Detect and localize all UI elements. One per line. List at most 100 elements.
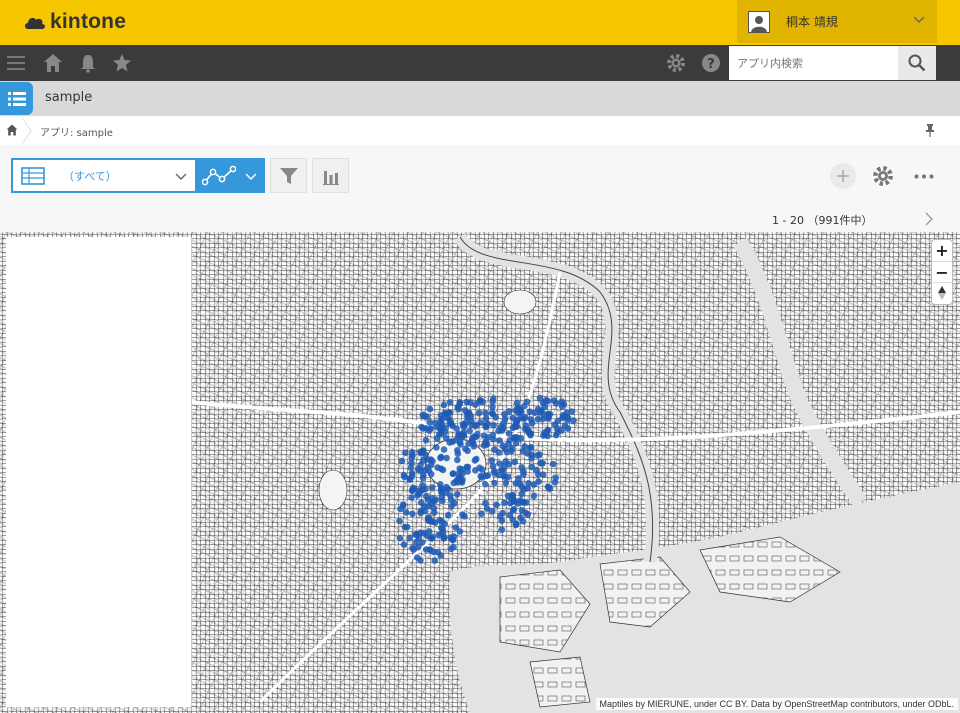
record-marker[interactable] (445, 415, 453, 423)
bell-icon[interactable] (78, 53, 98, 73)
record-marker[interactable] (399, 502, 407, 510)
pin-icon[interactable] (925, 123, 935, 137)
record-marker[interactable] (526, 408, 534, 415)
record-marker[interactable] (528, 451, 535, 458)
record-marker[interactable] (426, 405, 434, 413)
record-marker[interactable] (414, 554, 421, 561)
record-marker[interactable] (517, 497, 524, 504)
record-marker[interactable] (519, 447, 527, 455)
record-marker[interactable] (500, 424, 507, 432)
record-marker[interactable] (472, 401, 479, 408)
record-marker[interactable] (549, 460, 557, 468)
record-marker[interactable] (489, 398, 496, 405)
record-marker[interactable] (412, 531, 419, 538)
record-marker[interactable] (476, 396, 484, 404)
record-marker[interactable] (403, 509, 410, 516)
home-icon[interactable] (6, 124, 18, 136)
record-marker[interactable] (482, 438, 490, 445)
kintone-logo[interactable]: kintone (24, 10, 126, 34)
app-settings-gear-icon[interactable] (872, 165, 894, 187)
record-marker[interactable] (510, 434, 518, 441)
record-marker[interactable] (482, 499, 489, 507)
record-marker[interactable] (528, 463, 536, 471)
record-marker[interactable] (551, 479, 559, 486)
record-marker[interactable] (488, 507, 496, 515)
record-marker[interactable] (456, 439, 464, 446)
record-marker[interactable] (505, 408, 513, 415)
record-marker[interactable] (445, 511, 452, 519)
record-marker[interactable] (447, 545, 455, 553)
search-button[interactable] (898, 46, 936, 80)
record-marker[interactable] (542, 431, 549, 438)
record-marker[interactable] (558, 398, 565, 406)
record-marker[interactable] (514, 409, 522, 417)
record-marker[interactable] (482, 481, 489, 488)
record-marker[interactable] (437, 530, 445, 537)
record-marker[interactable] (490, 422, 497, 429)
record-marker[interactable] (446, 409, 453, 417)
graph-chart-button[interactable] (312, 158, 349, 193)
record-marker[interactable] (495, 449, 503, 456)
record-marker[interactable] (482, 415, 490, 422)
record-marker[interactable] (406, 476, 414, 483)
record-marker[interactable] (477, 472, 485, 480)
record-marker[interactable] (527, 416, 535, 423)
zoom-out-button[interactable]: − (932, 261, 952, 282)
record-marker[interactable] (427, 546, 434, 554)
record-marker[interactable] (419, 447, 427, 454)
record-marker[interactable] (417, 461, 424, 469)
record-marker[interactable] (449, 536, 457, 544)
home-icon[interactable] (43, 53, 63, 73)
record-marker[interactable] (502, 445, 509, 453)
record-marker[interactable] (409, 451, 416, 459)
record-marker[interactable] (511, 458, 518, 466)
record-marker[interactable] (406, 534, 413, 542)
record-marker[interactable] (508, 444, 516, 452)
record-marker[interactable] (480, 432, 488, 439)
record-marker[interactable] (425, 502, 432, 510)
record-marker[interactable] (424, 464, 432, 471)
record-marker[interactable] (402, 449, 409, 456)
app-search-input[interactable] (729, 46, 898, 80)
record-marker[interactable] (445, 485, 452, 493)
record-marker[interactable] (544, 415, 552, 422)
record-marker[interactable] (396, 517, 403, 525)
record-marker[interactable] (459, 476, 466, 483)
record-marker[interactable] (422, 436, 430, 444)
record-marker[interactable] (491, 479, 498, 487)
record-marker[interactable] (439, 466, 447, 474)
record-marker[interactable] (428, 495, 436, 502)
record-marker[interactable] (478, 510, 485, 518)
record-marker[interactable] (570, 417, 577, 424)
record-marker[interactable] (453, 425, 460, 432)
record-list-panel[interactable] (6, 237, 192, 707)
record-marker[interactable] (541, 403, 548, 411)
record-marker[interactable] (498, 517, 506, 524)
record-marker[interactable] (493, 501, 500, 509)
record-marker[interactable] (484, 472, 492, 479)
help-icon[interactable]: ? (701, 53, 721, 73)
record-marker[interactable] (498, 526, 506, 534)
record-marker[interactable] (516, 480, 524, 487)
record-marker[interactable] (464, 468, 472, 475)
record-marker[interactable] (490, 436, 497, 443)
record-marker[interactable] (440, 401, 448, 409)
record-marker[interactable] (433, 423, 441, 431)
star-icon[interactable] (112, 53, 132, 73)
record-marker[interactable] (419, 474, 427, 482)
record-marker[interactable] (524, 511, 532, 518)
menu-icon[interactable] (6, 53, 26, 73)
record-marker[interactable] (501, 473, 508, 480)
record-marker[interactable] (408, 494, 415, 501)
record-marker[interactable] (434, 548, 442, 556)
gear-icon[interactable] (666, 53, 686, 73)
record-marker[interactable] (534, 471, 542, 478)
user-menu[interactable]: 桐本 靖規 (737, 0, 937, 43)
record-marker[interactable] (400, 471, 408, 479)
record-marker[interactable] (504, 492, 512, 500)
record-marker[interactable] (499, 509, 507, 517)
record-marker[interactable] (401, 523, 409, 531)
record-marker[interactable] (524, 485, 531, 492)
record-marker[interactable] (466, 427, 474, 435)
record-marker[interactable] (518, 435, 525, 442)
